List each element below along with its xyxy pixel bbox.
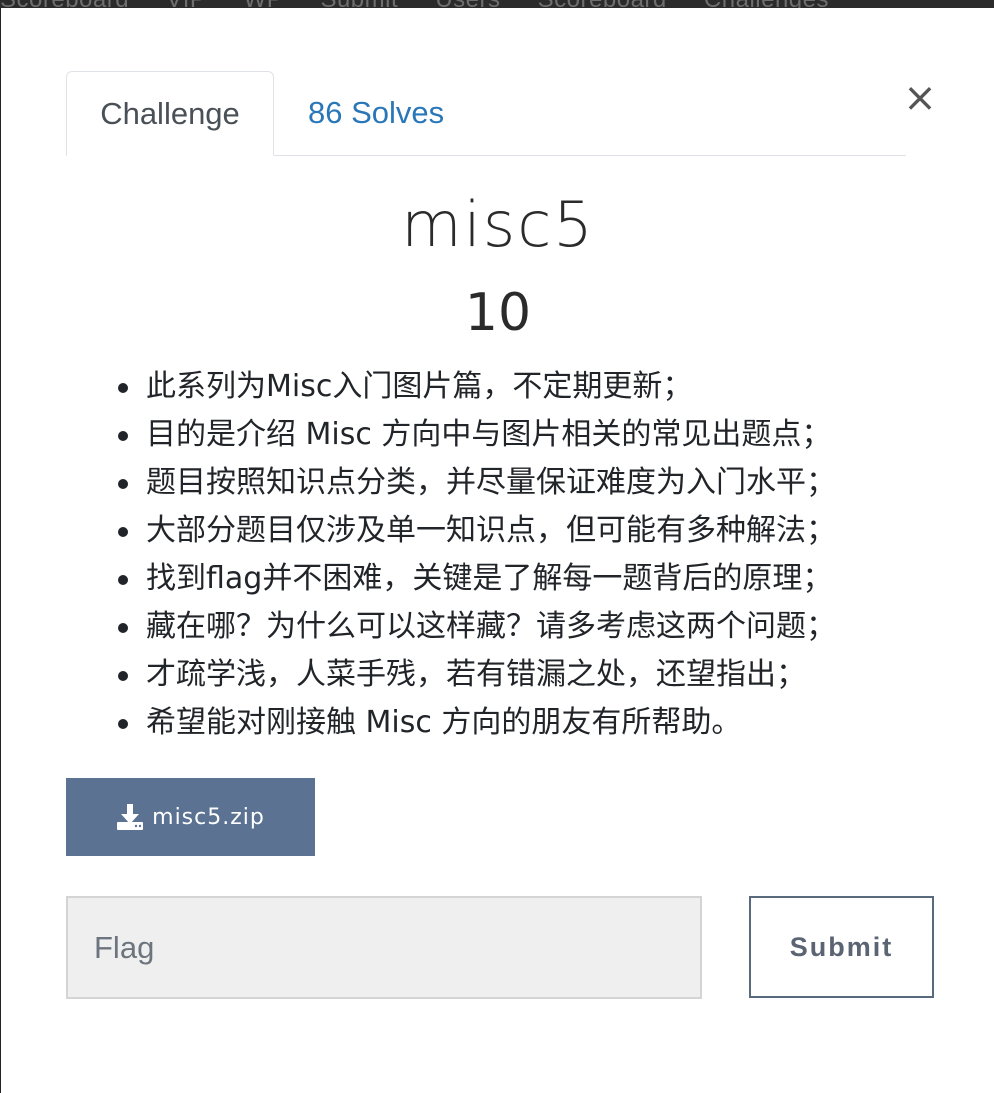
challenge-description: 此系列为Misc入门图片篇，不定期更新； 目的是介绍 Misc 方向中与图片相关…: [111, 363, 836, 747]
nav-item: WP: [244, 0, 284, 8]
description-item: 希望能对刚接触 Misc 方向的朋友有所帮助。: [118, 699, 836, 747]
description-item: 目的是介绍 Misc 方向中与图片相关的常见出题点；: [118, 411, 836, 459]
tab-solves[interactable]: 86 Solves: [308, 71, 444, 155]
background-nav-items: Scoreboard VIP WP Submit Users Scoreboar…: [0, 0, 859, 8]
download-file-label: misc5.zip: [152, 804, 265, 830]
description-item: 题目按照知识点分类，并尽量保证难度为入门水平；: [118, 459, 836, 507]
nav-item: Submit: [320, 0, 398, 8]
nav-item: Challenges: [704, 0, 829, 8]
tab-challenge[interactable]: Challenge: [66, 71, 274, 156]
nav-item: Scoreboard: [538, 0, 667, 8]
background-navbar: Scoreboard VIP WP Submit Users Scoreboar…: [0, 0, 994, 8]
flag-input[interactable]: [66, 896, 702, 999]
download-file-button[interactable]: misc5.zip: [66, 778, 315, 856]
description-item: 大部分题目仅涉及单一知识点，但可能有多种解法；: [118, 507, 836, 555]
challenge-points: 10: [464, 283, 532, 343]
download-icon: [117, 804, 144, 830]
submit-button[interactable]: Submit: [749, 896, 934, 998]
nav-item: Scoreboard: [0, 0, 129, 8]
description-item: 找到flag并不困难，关键是了解每一题背后的原理；: [118, 555, 836, 603]
nav-item: VIP: [166, 0, 206, 8]
nav-item: Users: [435, 0, 500, 8]
challenge-tabs: Challenge 86 Solves: [66, 71, 906, 156]
close-icon: ×: [903, 75, 937, 121]
challenge-name: misc5: [401, 188, 595, 261]
close-button[interactable]: ×: [901, 78, 939, 118]
description-item: 藏在哪？为什么可以这样藏？请多考虑这两个问题；: [118, 603, 836, 651]
challenge-modal: × Challenge 86 Solves misc5 10 此系列为Misc入…: [0, 8, 994, 1093]
description-item: 才疏学浅，人菜手残，若有错漏之处，还望指出；: [118, 651, 836, 699]
description-item: 此系列为Misc入门图片篇，不定期更新；: [118, 363, 836, 411]
